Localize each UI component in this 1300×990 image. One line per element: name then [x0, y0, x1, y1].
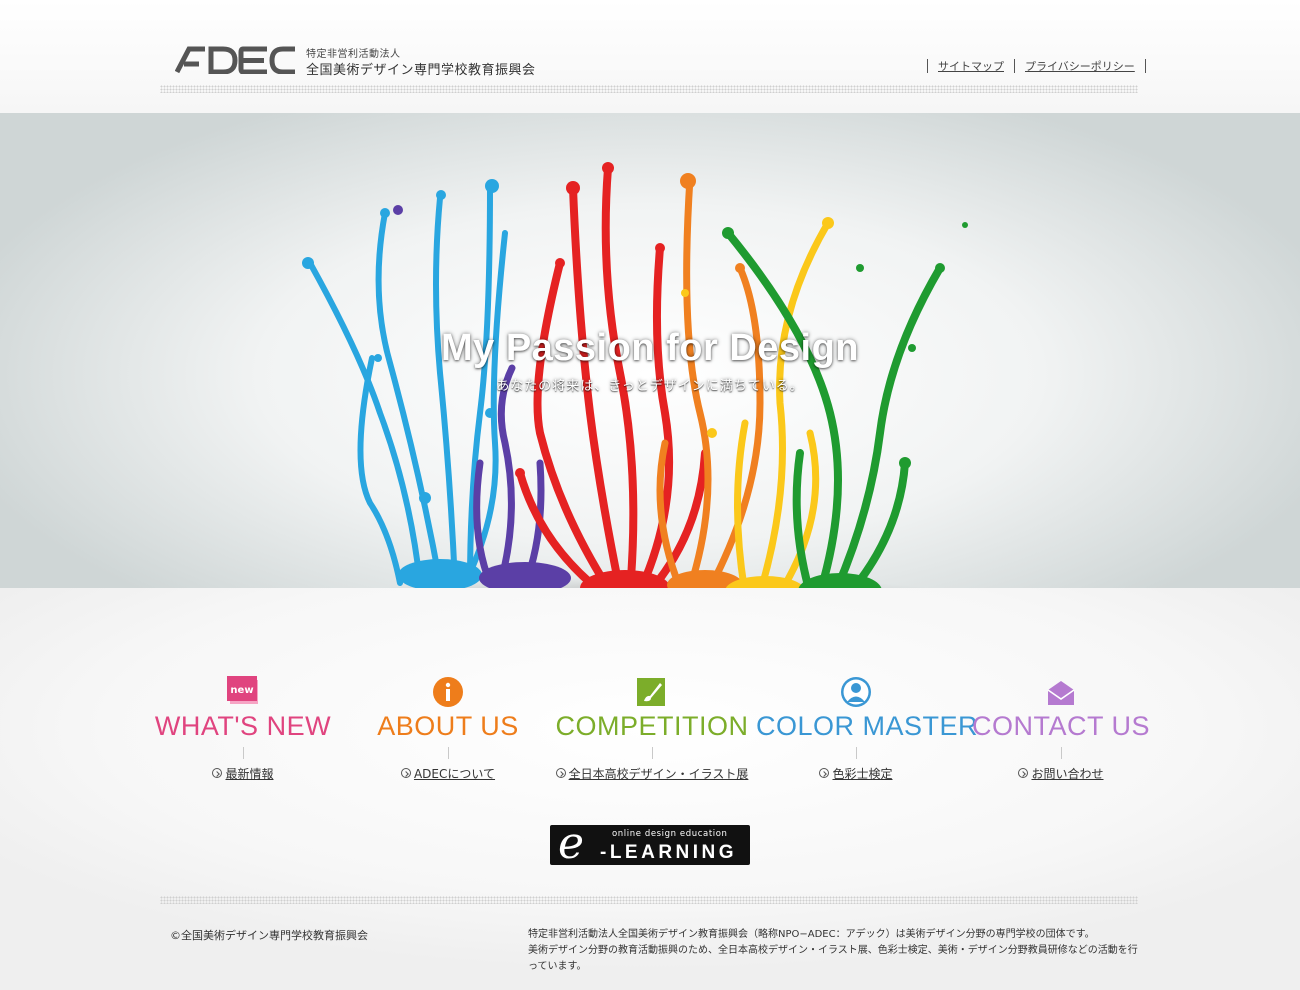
nav-tick	[447, 747, 449, 759]
hero-title: My Passion for Design	[440, 327, 860, 369]
svg-text:new: new	[230, 685, 253, 696]
nav-whats-new[interactable]: new WHAT'S NEW 最新情報	[143, 672, 343, 782]
competition-link[interactable]: 全日本高校デザイン・イラスト展	[555, 765, 749, 782]
privacy-policy-link[interactable]: プライバシーポリシー	[1015, 58, 1145, 74]
info-icon	[348, 672, 548, 708]
sitemap-link[interactable]: サイトマップ	[928, 58, 1014, 74]
hero-banner: My Passion for Design あなたの将来は、きっとデザインに満ち…	[0, 113, 1300, 588]
footer-description-line: 美術デザイン分野の教育活動振興のため、全日本高校デザイン・イラスト展、色彩士検定…	[528, 945, 1138, 956]
header-link-divider	[1144, 59, 1146, 73]
arrow-circle-icon	[819, 768, 830, 778]
arrow-circle-icon	[1018, 768, 1029, 778]
envelope-icon	[961, 672, 1161, 708]
hero-subtitle: あなたの将来は、きっとデザインに満ちている。	[496, 379, 804, 394]
footer-description-line: 特定非営利活動法人全国美術デザイン教育振興会（略称NPO−ADEC：アデック）は…	[528, 929, 1095, 940]
nav-title-color-master: COLOR MASTER	[756, 711, 979, 741]
nav-title-competition: COMPETITION	[555, 711, 749, 741]
footer-description-line: っています。	[528, 961, 587, 972]
color-master-link[interactable]: 色彩士検定	[819, 765, 893, 782]
elearning-banner[interactable]: e online design education -LEARNING	[550, 825, 750, 865]
competition-link-label: 全日本高校デザイン・イラスト展	[568, 766, 749, 781]
header-divider	[160, 85, 1138, 93]
about-us-link[interactable]: ADECについて	[400, 765, 496, 782]
nav-title-about-us: ABOUT US	[377, 711, 519, 741]
nav-title-whats-new: WHAT'S NEW	[154, 711, 332, 741]
header-links: サイトマップ プライバシーポリシー	[927, 58, 1146, 74]
nav-title-contact-us: CONTACT US	[971, 711, 1150, 741]
arrow-circle-icon	[555, 768, 566, 778]
new-badge-icon: new	[143, 672, 343, 708]
whats-new-link[interactable]: 最新情報	[212, 765, 274, 782]
nav-color-master[interactable]: COLOR MASTER 色彩士検定	[756, 672, 979, 782]
footer-description: 特定非営利活動法人全国美術デザイン教育振興会（略称NPO−ADEC：アデック）は…	[528, 927, 1143, 975]
nav-contact-us[interactable]: CONTACT US お問い合わせ	[961, 672, 1161, 782]
adec-logo[interactable]	[174, 46, 297, 78]
adec-logo-mark	[174, 46, 295, 75]
elearning-e-letter: e	[558, 825, 585, 865]
color-master-link-label: 色彩士検定	[832, 766, 893, 781]
site-header: 特定非営利活動法人 全国美術デザイン専門学校教育振興会 サイトマップ プライバシ…	[0, 0, 1300, 113]
nav-tick	[242, 747, 244, 759]
elearning-tagline: online design education	[612, 829, 728, 839]
org-type-label: 特定非営利活動法人	[306, 49, 401, 60]
contact-us-link[interactable]: お問い合わせ	[1018, 765, 1104, 782]
footer-divider	[160, 896, 1138, 904]
nav-tick	[855, 747, 857, 759]
contact-us-link-label: お問い合わせ	[1031, 766, 1104, 781]
org-name-label: 全国美術デザイン専門学校教育振興会	[306, 63, 536, 78]
nav-competition[interactable]: COMPETITION 全日本高校デザイン・イラスト展	[552, 672, 752, 782]
elearning-title: -LEARNING	[600, 842, 738, 863]
brush-icon	[552, 672, 752, 708]
copyright-text: ©全国美術デザイン専門学校教育振興会	[170, 929, 368, 942]
person-icon	[756, 672, 956, 708]
nav-tick	[651, 747, 653, 759]
arrow-circle-icon	[212, 768, 223, 778]
main-content: new WHAT'S NEW 最新情報 ABOUT US ADECについて CO…	[0, 588, 1300, 990]
nav-about-us[interactable]: ABOUT US ADECについて	[348, 672, 548, 782]
nav-tick	[1060, 747, 1062, 759]
whats-new-link-label: 最新情報	[225, 766, 274, 781]
about-us-link-label: ADECについて	[413, 766, 496, 781]
arrow-circle-icon	[400, 768, 411, 778]
